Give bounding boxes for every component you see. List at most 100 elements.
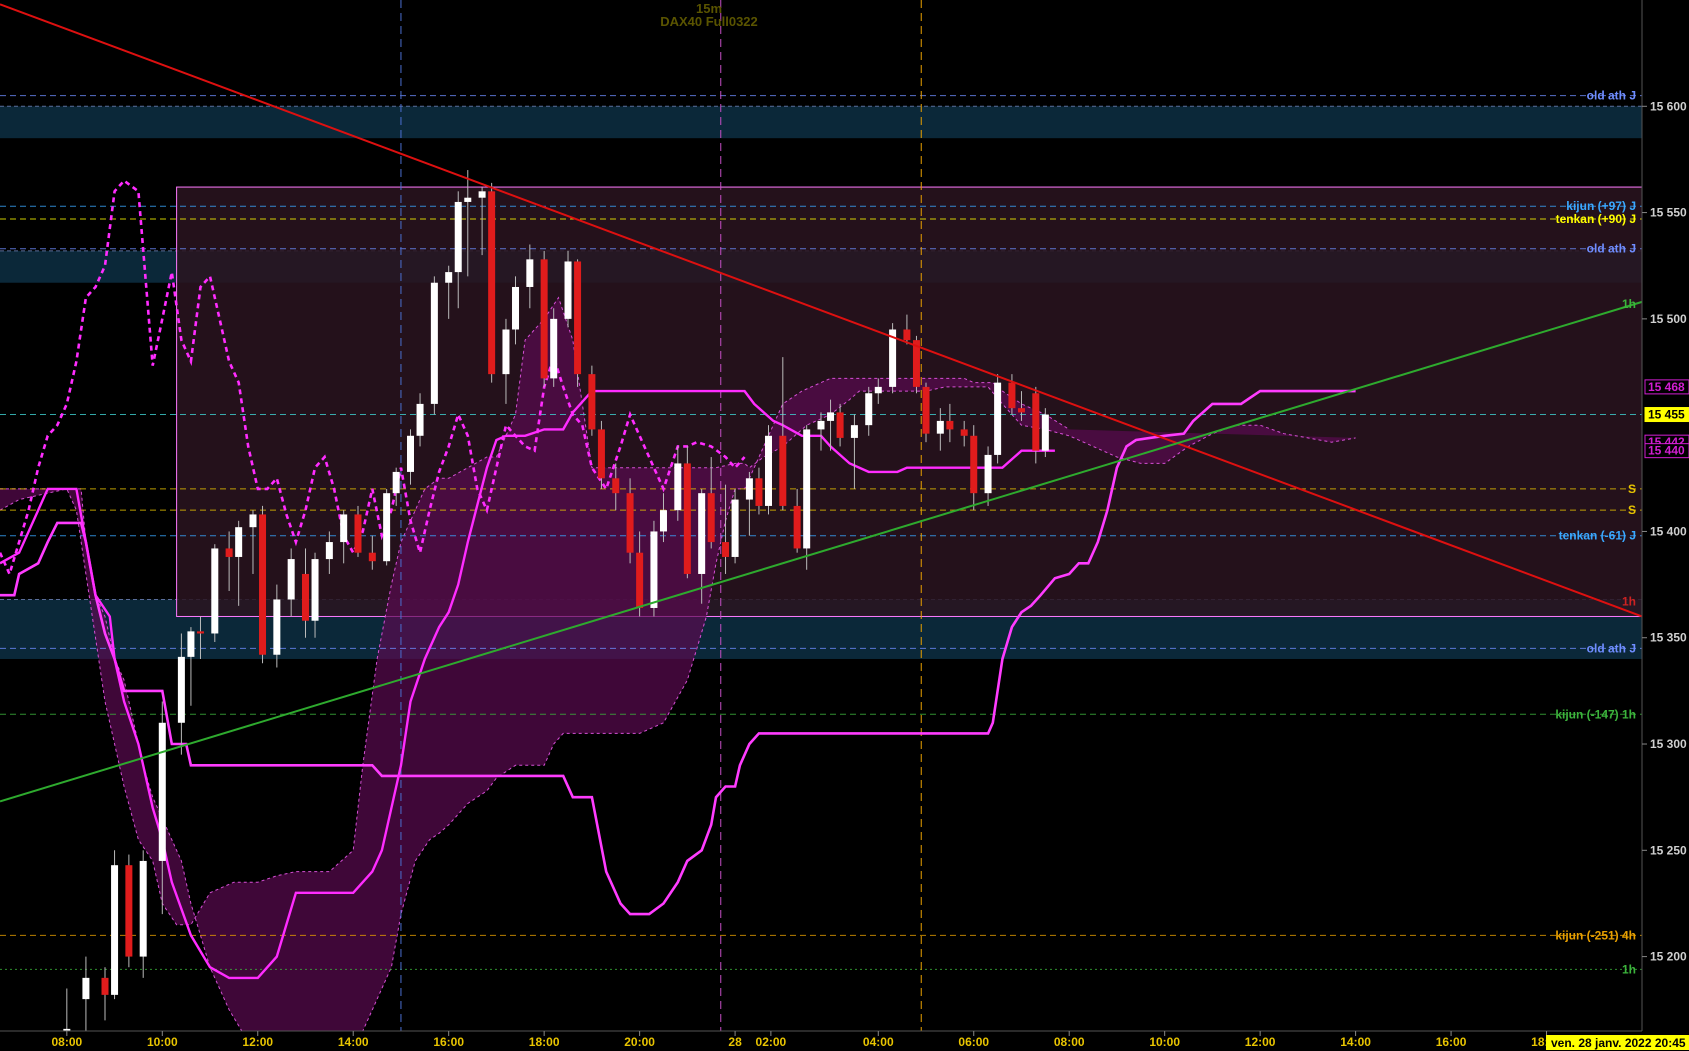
candle-body <box>970 435 978 494</box>
range-box-layer <box>176 186 1643 617</box>
candle[interactable] <box>259 505 267 664</box>
candle[interactable] <box>125 854 133 968</box>
candle[interactable] <box>564 250 572 328</box>
candle-body <box>707 493 715 543</box>
date-badge-text: ven. 28 janv. 2022 20:45 <box>1551 1036 1686 1050</box>
candle-body <box>1032 393 1040 451</box>
candle-body <box>946 420 954 430</box>
candle-body <box>903 329 911 341</box>
candle[interactable] <box>574 259 582 387</box>
candle[interactable] <box>540 250 548 387</box>
candle-body <box>960 429 968 436</box>
candle[interactable] <box>922 382 930 443</box>
time-tick-label: 14:00 <box>338 1035 369 1049</box>
candle[interactable] <box>889 323 897 394</box>
time-tick-label: 14:00 <box>1340 1035 1371 1049</box>
price-tick-label: 15 350 <box>1650 631 1687 645</box>
price-badge-text: 15 455 <box>1648 408 1685 422</box>
level-label: S <box>1628 503 1636 517</box>
candle-body <box>764 435 772 506</box>
candle-body <box>235 527 243 557</box>
candle-body <box>588 374 596 430</box>
candle-body <box>311 559 319 621</box>
level-label: tenkan (-61) J <box>1559 529 1636 543</box>
candle-body <box>259 514 267 655</box>
time-tick-label: 06:00 <box>958 1035 989 1049</box>
candle[interactable] <box>764 425 772 515</box>
price-tick-label: 15 600 <box>1650 99 1687 113</box>
candle-body <box>512 286 520 330</box>
time-tick-label: 08:00 <box>1054 1035 1085 1049</box>
level-label: tenkan (+90) J <box>1556 212 1636 226</box>
time-tick-label: 18:00 <box>529 1035 560 1049</box>
candle-body <box>994 382 1002 455</box>
candle-body <box>407 435 414 472</box>
level-label: old ath J <box>1587 89 1636 103</box>
candle[interactable] <box>683 446 691 579</box>
candle-body <box>111 865 119 995</box>
candle-body <box>779 435 787 506</box>
candle[interactable] <box>994 374 1002 464</box>
candle-body <box>793 505 801 549</box>
candle-body <box>478 191 486 198</box>
candle-body <box>836 412 844 438</box>
candle-body <box>745 478 753 500</box>
candle-body <box>196 631 204 634</box>
candle[interactable] <box>430 276 438 415</box>
candle-body <box>698 493 706 574</box>
candle[interactable] <box>803 425 811 570</box>
candle[interactable] <box>1041 408 1049 458</box>
candle-body <box>325 542 333 560</box>
time-tick-label: 02:00 <box>756 1035 787 1049</box>
candle-body <box>865 393 873 426</box>
candle-body <box>984 454 992 494</box>
candle-body <box>392 471 400 494</box>
candle[interactable] <box>488 182 496 383</box>
price-tick-label: 15 400 <box>1650 524 1687 538</box>
candle-body <box>731 499 739 557</box>
candle-body <box>574 261 582 375</box>
time-tick-label: 16:00 <box>433 1035 464 1049</box>
level-label: kijun (-251) 4h <box>1555 928 1636 942</box>
level-label: old ath J <box>1587 641 1636 655</box>
candle-body <box>301 573 309 621</box>
candle-body <box>430 282 438 404</box>
candle-body <box>249 514 257 528</box>
candle[interactable] <box>383 488 391 566</box>
time-tick-label: 16:00 <box>1436 1035 1467 1049</box>
candle-body <box>564 261 572 319</box>
candle-body <box>502 329 510 375</box>
candle-body <box>340 514 348 543</box>
time-tick-label: 12:00 <box>242 1035 273 1049</box>
candle-body <box>526 259 534 287</box>
candle-body <box>597 429 605 479</box>
support-resistance-zone <box>0 106 1642 139</box>
candle-body <box>187 631 195 657</box>
price-tick-label: 15 200 <box>1650 950 1687 964</box>
candle[interactable] <box>550 308 558 387</box>
candlestick-chart[interactable]: old ath Jkijun (+97) Jtenkan (+90) Jold … <box>0 0 1689 1051</box>
candle-body <box>383 493 391 562</box>
level-label: 1h <box>1622 595 1636 609</box>
candle[interactable] <box>111 850 119 1000</box>
candle[interactable] <box>731 488 739 564</box>
candle-body <box>225 548 233 557</box>
level-label: old ath J <box>1587 242 1636 256</box>
candle-body <box>158 722 166 861</box>
level-label: S <box>1628 482 1636 496</box>
candle-body <box>416 403 424 436</box>
candle[interactable] <box>211 544 219 642</box>
time-tick-label: 10:00 <box>147 1035 178 1049</box>
time-tick-label: 20:00 <box>624 1035 655 1049</box>
candle-body <box>139 860 147 957</box>
candle-body <box>273 599 281 655</box>
candle[interactable] <box>588 365 596 436</box>
candle-body <box>550 318 558 379</box>
time-tick-label: 10:00 <box>1149 1035 1180 1049</box>
time-tick-label: 04:00 <box>863 1035 894 1049</box>
candle-body <box>287 559 295 600</box>
candle-body <box>368 552 376 562</box>
candle-body <box>874 386 882 394</box>
instrument-watermark: DAX40 Full0322 <box>660 14 758 29</box>
candle-body <box>354 514 362 553</box>
